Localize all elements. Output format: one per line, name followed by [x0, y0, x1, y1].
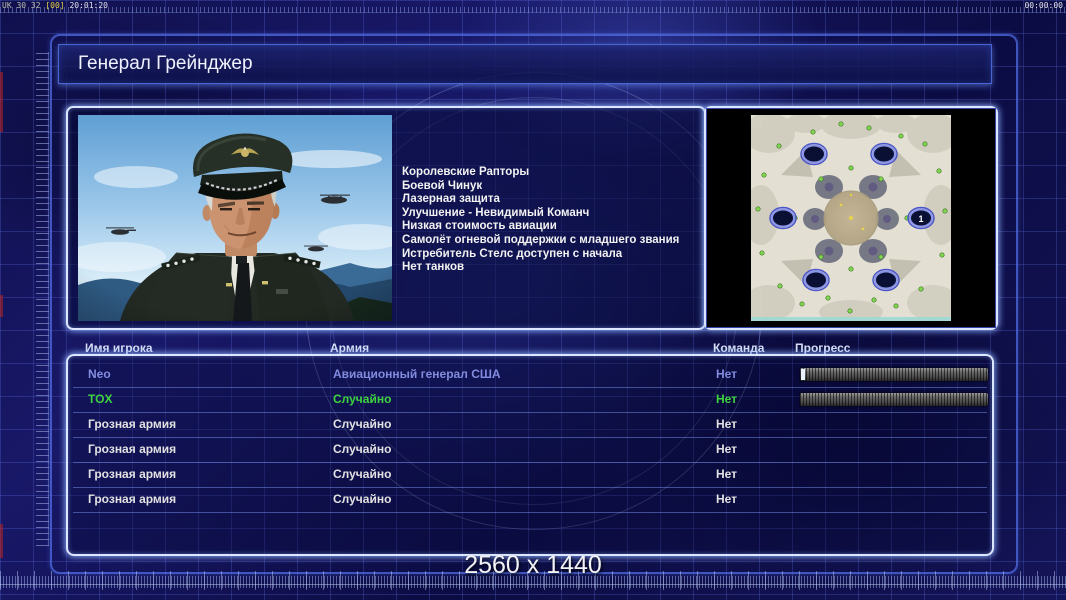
player-army: Случайно — [333, 417, 392, 431]
debug-time: 20:01:20 — [69, 1, 108, 10]
player-team: Нет — [716, 467, 738, 481]
ability-item: Нет танков — [402, 261, 465, 274]
map-preview-panel: 1 — [704, 106, 998, 330]
column-header-player-name: Имя игрока — [85, 341, 153, 355]
page-title: Генерал Грейнджер — [78, 53, 253, 74]
player-army: Случайно — [333, 467, 392, 481]
waveform-baseline — [0, 584, 1066, 585]
map-preview: 1 — [751, 115, 951, 321]
player-table: Neo Авиационный генерал США Нет TOX Случ… — [66, 354, 994, 556]
general-portrait-art — [78, 115, 392, 321]
general-portrait — [78, 115, 392, 321]
player-team: Нет — [716, 417, 738, 431]
match-timer: 00:00:00 — [1024, 1, 1063, 10]
player-team: Нет — [716, 492, 738, 506]
column-header-progress: Прогресс — [795, 341, 851, 355]
title-panel: Генерал Грейнджер — [58, 44, 992, 84]
ability-item: Улучшение - Невидимый Команч — [402, 206, 590, 219]
column-header-army: Армия — [330, 341, 370, 355]
edge-artifact — [0, 295, 3, 317]
player-name: Грозная армия — [88, 442, 177, 456]
column-header-team: Команда — [713, 341, 765, 355]
ability-item: Королевские Рапторы — [402, 166, 530, 178]
spawn-number-label: 1 — [918, 214, 923, 224]
player-row: Грозная армия Случайно Нет — [73, 488, 987, 513]
ability-item: Низкая стоимость авиации — [402, 220, 557, 233]
ability-item: Лазерная защита — [402, 193, 500, 206]
debug-bracket: [00] — [45, 1, 65, 10]
map-letterbox: 1 — [706, 108, 996, 328]
debug-prefix: UK 30 32 — [2, 1, 41, 10]
player-row: Грозная армия Случайно Нет — [73, 413, 987, 438]
player-row: TOX Случайно Нет — [73, 388, 988, 413]
player-team: Нет — [716, 367, 738, 381]
player-name: Грозная армия — [88, 417, 177, 431]
player-army: Случайно — [333, 392, 392, 406]
player-army: Случайно — [333, 442, 392, 456]
player-name: Грозная армия — [88, 492, 177, 506]
ability-item: Самолёт огневой поддержки с младшего зва… — [402, 233, 680, 246]
edge-artifact — [0, 72, 3, 132]
progress-bar — [800, 393, 988, 406]
debug-overlay: UK 30 32 [00] 20:01:20 — [2, 1, 108, 10]
player-name: Грозная армия — [88, 467, 177, 481]
player-name: Neo — [88, 367, 111, 381]
left-ruler — [36, 52, 49, 546]
player-row: Грозная армия Случайно Нет — [73, 463, 987, 488]
ability-item: Боевой Чинук — [402, 179, 483, 192]
progress-bar-fill — [801, 369, 805, 380]
player-name: TOX — [88, 392, 113, 406]
general-info-panel: Королевские Рапторы Боевой Чинук Лазерна… — [66, 106, 706, 330]
ability-item: Истребитель Стелс доступен с начала — [402, 247, 623, 260]
progress-bar — [800, 368, 988, 381]
resolution-label: 2560 x 1440 — [464, 551, 602, 579]
ability-list: Королевские Рапторы Боевой Чинук Лазерна… — [402, 166, 679, 275]
player-team: Нет — [716, 442, 738, 456]
player-row: Грозная армия Случайно Нет — [73, 438, 987, 463]
player-army: Авиационный генерал США — [333, 367, 501, 381]
player-team: Нет — [716, 392, 738, 406]
top-tick-strip — [0, 7, 1066, 13]
loading-screen: UK 30 32 [00] 20:01:20 00:00:00 Генерал … — [0, 0, 1066, 600]
player-army: Случайно — [333, 492, 392, 506]
player-row: Neo Авиационный генерал США Нет — [73, 363, 988, 388]
